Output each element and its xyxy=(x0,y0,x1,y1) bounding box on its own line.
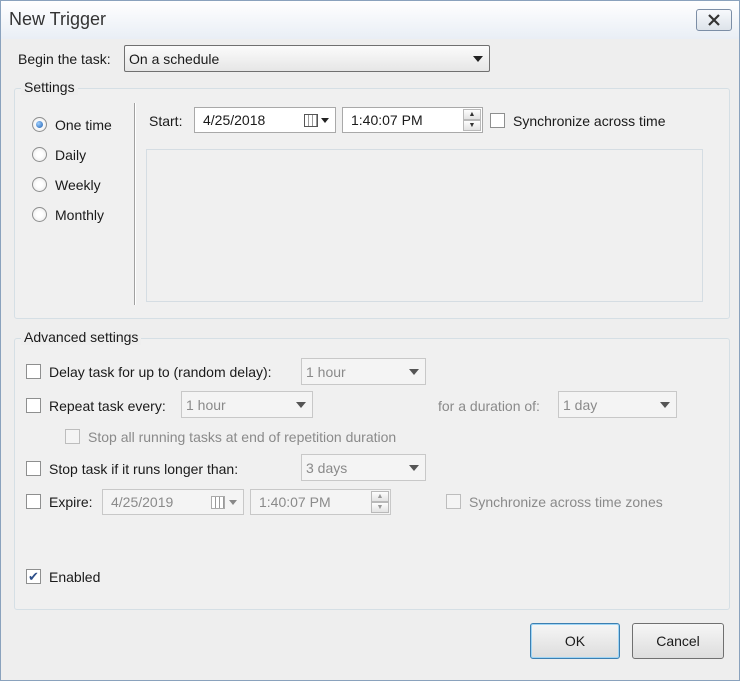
begin-task-value: On a schedule xyxy=(129,50,220,67)
sync-time-zones-checkbox[interactable] xyxy=(446,494,461,509)
expire-time-field[interactable]: 1:40:07 PM ▲ ▼ xyxy=(250,489,391,515)
repeat-task-label: Repeat task every: xyxy=(49,398,166,414)
radio-weekly[interactable] xyxy=(32,177,47,192)
close-icon xyxy=(708,14,720,26)
duration-label: for a duration of: xyxy=(438,398,540,414)
radio-one-time[interactable] xyxy=(32,117,47,132)
calendar-icon[interactable] xyxy=(304,114,318,127)
expire-time-spinner[interactable]: ▲ ▼ xyxy=(371,491,389,513)
delay-select[interactable]: 1 hour xyxy=(301,358,426,385)
expire-date-value: 4/25/2019 xyxy=(111,494,174,510)
settings-divider xyxy=(134,103,136,305)
delay-task-checkbox[interactable] xyxy=(26,364,41,379)
start-time-value: 1:40:07 PM xyxy=(351,112,423,128)
begin-task-label: Begin the task: xyxy=(18,51,111,67)
chevron-down-icon xyxy=(473,55,483,62)
start-date-picker[interactable]: 4/25/2018 xyxy=(194,107,336,133)
chevron-down-icon[interactable] xyxy=(321,118,329,123)
sync-across-time-checkbox[interactable] xyxy=(490,113,505,128)
repeat-value: 1 hour xyxy=(186,396,226,413)
spin-down-icon[interactable]: ▼ xyxy=(463,120,481,131)
radio-daily-label: Daily xyxy=(55,147,87,163)
start-date-value: 4/25/2018 xyxy=(203,112,266,128)
radio-monthly[interactable] xyxy=(32,207,47,222)
begin-task-select[interactable]: On a schedule xyxy=(124,45,490,72)
expire-date-picker[interactable]: 4/25/2019 xyxy=(102,489,244,515)
chevron-down-icon xyxy=(409,368,419,375)
stop-task-value: 3 days xyxy=(306,459,348,476)
chevron-down-icon xyxy=(409,464,419,471)
radio-one-time-label: One time xyxy=(55,117,112,133)
enabled-label: Enabled xyxy=(49,569,101,585)
ok-button[interactable]: OK xyxy=(530,623,620,659)
schedule-details-panel xyxy=(146,149,703,302)
chevron-down-icon[interactable] xyxy=(229,500,237,505)
spin-down-icon[interactable]: ▼ xyxy=(371,502,389,513)
spin-up-icon[interactable]: ▲ xyxy=(371,491,389,502)
repeat-select[interactable]: 1 hour xyxy=(181,391,313,418)
expire-label: Expire: xyxy=(49,494,93,510)
new-trigger-dialog: New Trigger Begin the task: On a schedul… xyxy=(0,0,740,681)
stop-task-select[interactable]: 3 days xyxy=(301,454,426,481)
advanced-settings-title: Advanced settings xyxy=(21,329,142,345)
radio-monthly-label: Monthly xyxy=(55,207,105,223)
close-button[interactable] xyxy=(696,9,732,31)
stop-task-checkbox[interactable] xyxy=(26,461,41,476)
enabled-checkbox[interactable]: ✔ xyxy=(26,569,41,584)
sync-across-time-label: Synchronize across time xyxy=(513,113,666,129)
repeat-task-checkbox[interactable] xyxy=(26,398,41,413)
chevron-down-icon xyxy=(296,401,306,408)
stop-task-label: Stop task if it runs longer than: xyxy=(49,461,239,477)
settings-title: Settings xyxy=(21,79,78,95)
radio-weekly-label: Weekly xyxy=(55,177,101,193)
expire-time-value: 1:40:07 PM xyxy=(259,494,331,510)
start-label: Start: xyxy=(149,113,183,129)
expire-checkbox[interactable] xyxy=(26,494,41,509)
calendar-icon[interactable] xyxy=(211,496,225,509)
start-time-spinner[interactable]: ▲ ▼ xyxy=(463,109,481,131)
stop-all-tasks-checkbox[interactable] xyxy=(65,429,80,444)
title-bar: New Trigger xyxy=(1,1,739,39)
chevron-down-icon xyxy=(660,401,670,408)
delay-value: 1 hour xyxy=(306,363,346,380)
delay-task-label: Delay task for up to (random delay): xyxy=(49,364,272,380)
spin-up-icon[interactable]: ▲ xyxy=(463,109,481,120)
duration-value: 1 day xyxy=(563,396,598,413)
sync-time-zones-label: Synchronize across time zones xyxy=(469,494,663,510)
start-time-field[interactable]: 1:40:07 PM ▲ ▼ xyxy=(342,107,483,133)
radio-daily[interactable] xyxy=(32,147,47,162)
duration-select[interactable]: 1 day xyxy=(558,391,677,418)
window-title: New Trigger xyxy=(9,9,107,29)
stop-all-tasks-label: Stop all running tasks at end of repetit… xyxy=(88,429,397,445)
cancel-button[interactable]: Cancel xyxy=(632,623,724,659)
